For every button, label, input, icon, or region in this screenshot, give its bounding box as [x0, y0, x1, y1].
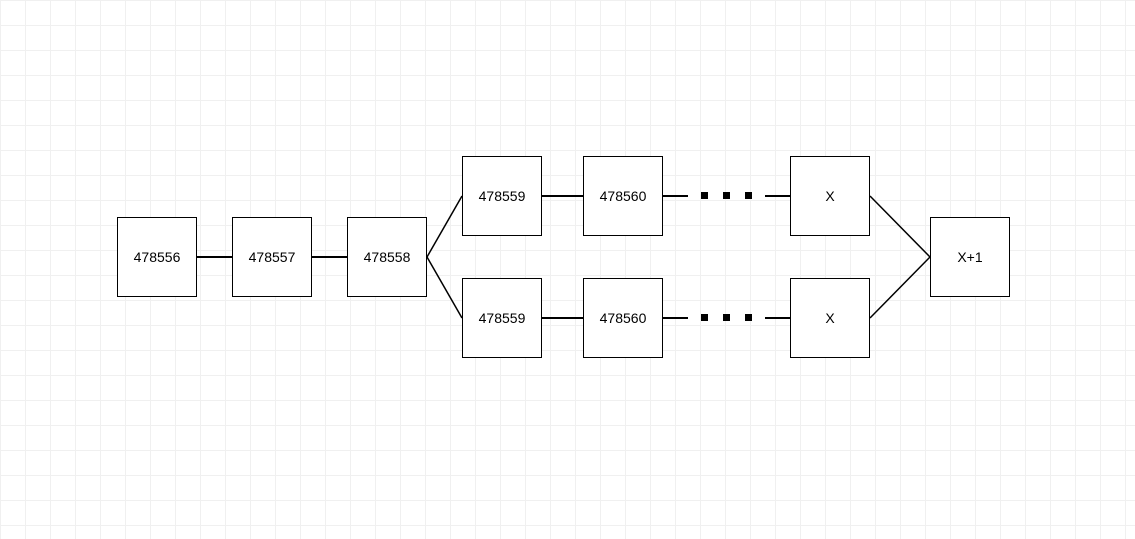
merge-connector	[0, 0, 1135, 539]
diagram-canvas: 478556 478557 478558 478559 478560 X 478…	[0, 0, 1135, 539]
